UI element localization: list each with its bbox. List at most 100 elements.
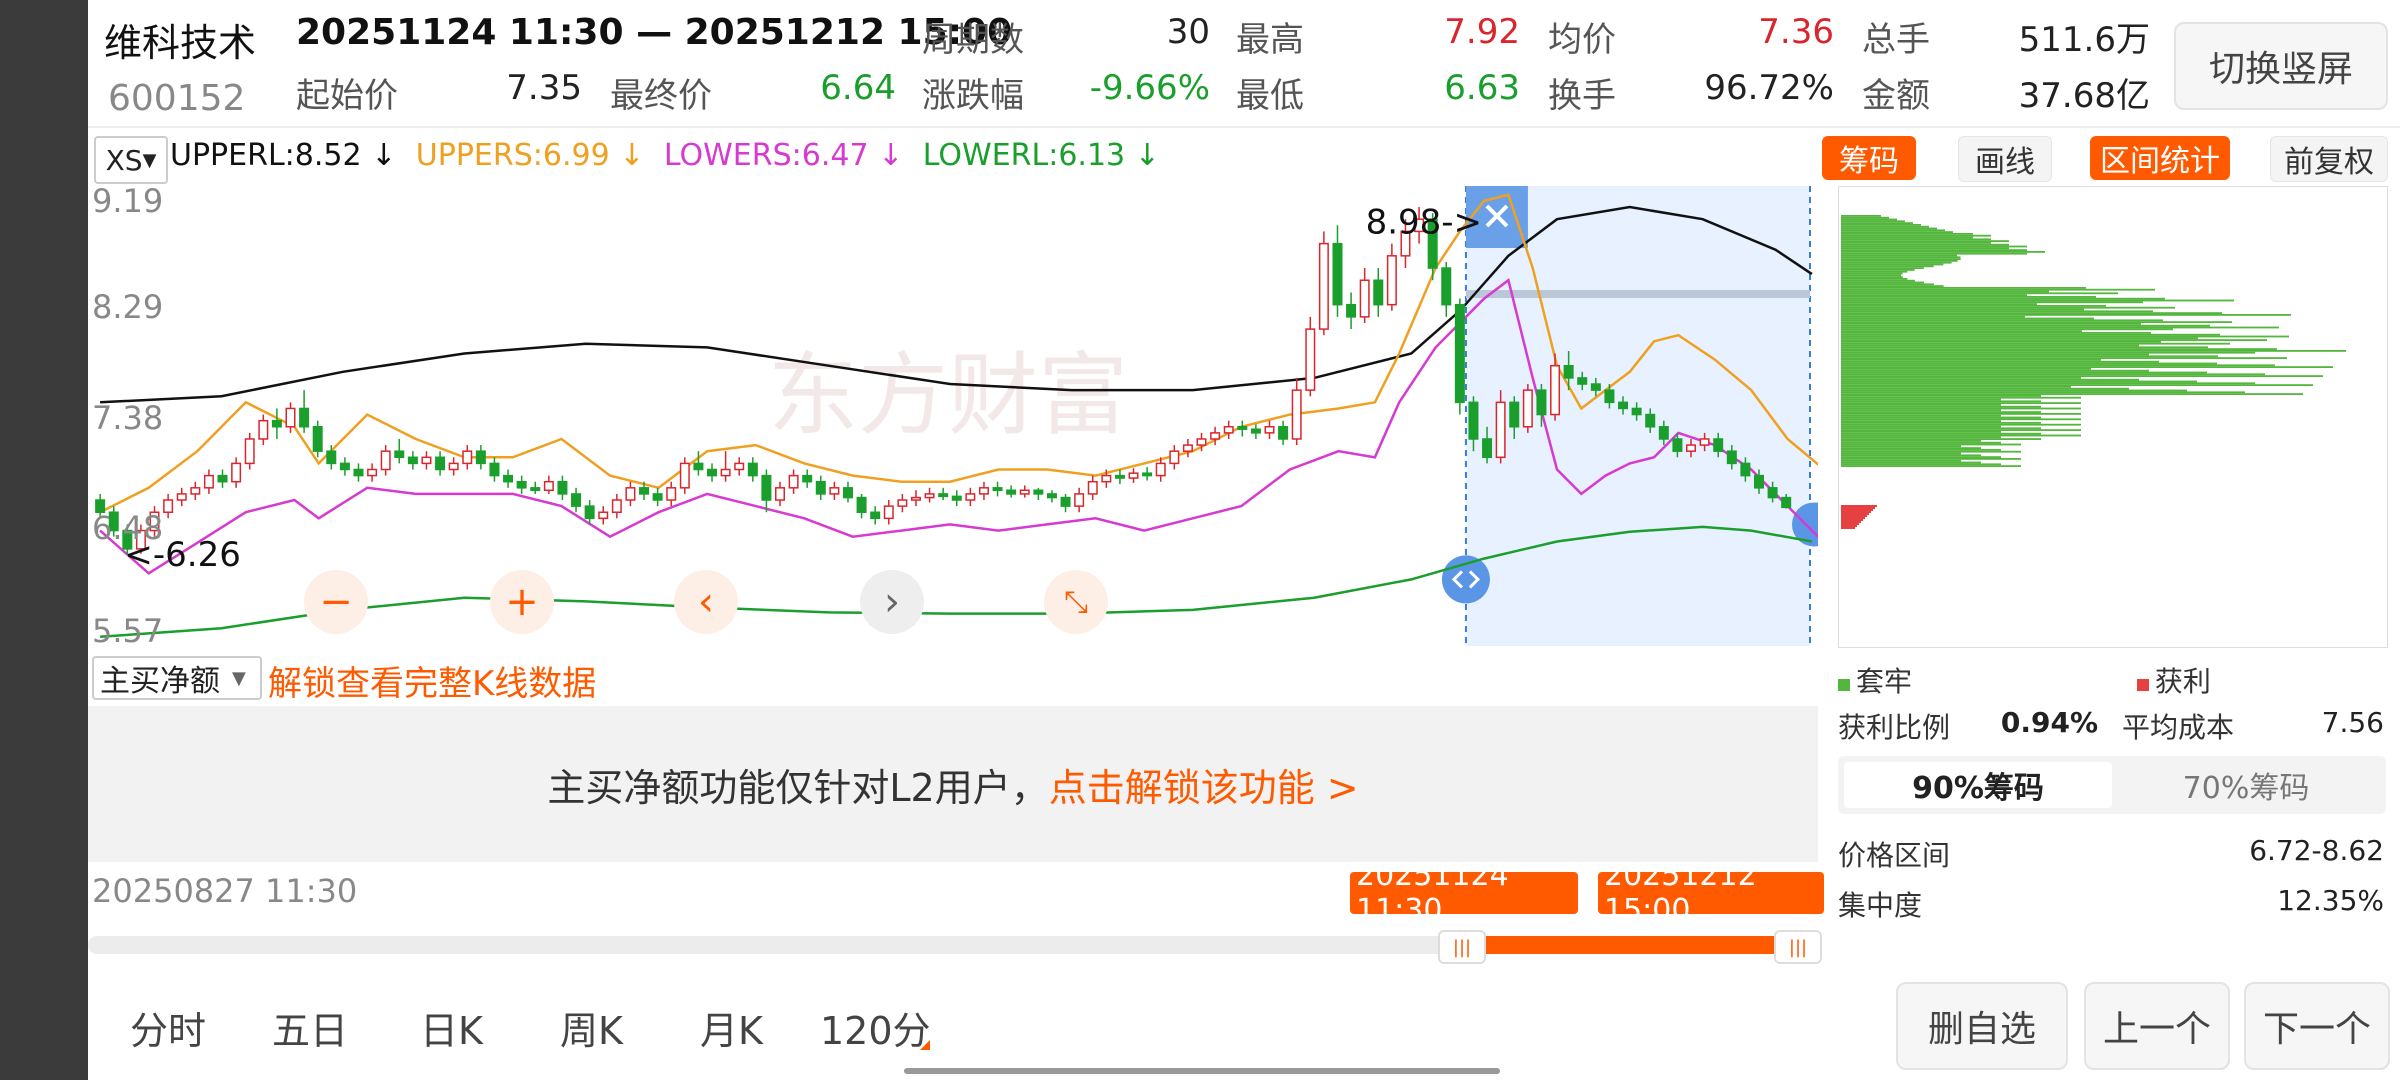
chip-profit-bar xyxy=(1841,505,1877,507)
end-price: 6.64 xyxy=(820,68,896,108)
chip-bar xyxy=(1841,323,2141,325)
chip-bar xyxy=(1841,454,1981,457)
candle-body xyxy=(1019,489,1030,495)
candle-body xyxy=(1495,401,1506,459)
uppers-value: UPPERS:6.99 ↓ xyxy=(415,138,645,173)
next-stock-button[interactable]: 下一个 xyxy=(2244,982,2390,1070)
candle-body xyxy=(475,450,486,465)
candle-body xyxy=(870,511,881,520)
chip-bar xyxy=(1841,267,1924,269)
switch-portrait-button[interactable]: 切换竖屏 xyxy=(2174,22,2388,110)
candle-body xyxy=(407,456,418,465)
forward-adjust-button[interactable]: 前复权 xyxy=(2270,136,2388,182)
chip-bar xyxy=(1841,465,2021,467)
chip-bar xyxy=(1841,249,2027,251)
start-price-label: 起始价 xyxy=(296,76,398,116)
zoom-in-button[interactable]: + xyxy=(490,570,554,634)
candle-body xyxy=(1672,438,1683,452)
range-stats-button[interactable]: 区间统计 xyxy=(2090,136,2230,180)
chip-bar xyxy=(1841,431,2001,433)
tab-90-chip[interactable]: 90%筹码 xyxy=(1844,762,2112,808)
chip-bar xyxy=(1841,427,2041,430)
range-avg-band xyxy=(1465,290,1810,299)
chip-bar xyxy=(1841,409,2001,412)
unlock-feature-link[interactable]: 点击解锁该功能 > xyxy=(1049,757,1359,812)
chip-bar xyxy=(1841,373,2265,376)
chip-bar xyxy=(1841,459,1961,462)
candle-body xyxy=(1210,432,1221,440)
chip-bar xyxy=(1841,342,2230,345)
timeline-handle-left[interactable]: ||| xyxy=(1438,930,1486,964)
chip-bar xyxy=(1841,225,1929,228)
tab-daily-k[interactable]: 日K xyxy=(420,1000,483,1055)
chip-bar xyxy=(1841,452,1961,455)
chip-bar xyxy=(1841,364,2275,367)
tab-intraday[interactable]: 分时 xyxy=(130,1000,206,1055)
price-range-value: 6.72-8.62 xyxy=(2249,834,2384,867)
chip-bar xyxy=(1841,297,2165,300)
candle-body xyxy=(1740,462,1751,477)
chip-bar xyxy=(1841,405,2041,408)
chip-bar xyxy=(1841,220,1905,223)
chip-bar xyxy=(1841,285,1944,287)
selection-end-date: 20251212 15:00 xyxy=(1598,858,1824,928)
period-count-label: 周期数 xyxy=(922,20,1024,60)
candle-body xyxy=(802,474,813,483)
chip-bar xyxy=(1841,420,2001,422)
candle-body xyxy=(1278,426,1289,440)
y-tick-label: 7.38 xyxy=(92,399,163,437)
remove-watchlist-button[interactable]: 删自选 xyxy=(1896,982,2068,1070)
candle-body xyxy=(244,438,255,465)
header-divider xyxy=(88,126,2400,128)
candle-body xyxy=(1726,450,1737,465)
range-separator: — xyxy=(636,12,673,53)
chip-profit-bar xyxy=(1841,521,1861,523)
indicator-values: UPPERL:8.52 ↓ UPPERS:6.99 ↓ LOWERS:6.47 … xyxy=(170,138,1160,173)
left-system-bar xyxy=(0,0,88,1080)
previous-stock-button[interactable]: 上一个 xyxy=(2084,982,2230,1070)
price-annotation: <-6.26 xyxy=(124,535,240,575)
indicator-selector[interactable]: XS ▼ xyxy=(94,136,168,184)
chip-tool-button[interactable]: 筹码 xyxy=(1822,136,1916,180)
candle-body xyxy=(1182,444,1193,452)
tab-monthly-k[interactable]: 月K xyxy=(700,1000,763,1055)
subchart-selector-label: 主买净额 xyxy=(100,664,220,699)
tab-70-chip[interactable]: 70%筹码 xyxy=(2112,762,2380,808)
chip-bar xyxy=(1841,215,1881,217)
candle-body xyxy=(271,419,282,428)
move-right-button[interactable]: › xyxy=(860,570,924,634)
zoom-out-button[interactable]: − xyxy=(304,570,368,634)
candle-body xyxy=(584,505,595,520)
candle-body xyxy=(992,487,1003,492)
move-left-button[interactable]: ‹ xyxy=(674,570,738,634)
chip-bar xyxy=(1841,463,2001,466)
candle-body xyxy=(829,487,840,495)
tab-120-minute[interactable]: 120分 xyxy=(820,1000,931,1055)
indicator-selector-label: XS xyxy=(105,143,143,177)
candle-body xyxy=(1753,474,1764,489)
reset-zoom-button[interactable]: ⤡ xyxy=(1044,570,1108,634)
chip-bar xyxy=(1841,290,2049,293)
l2-lock-panel: 主买净额功能仅针对L2用户， 点击解锁该功能 > xyxy=(88,706,1818,862)
tab-five-day[interactable]: 五日 xyxy=(272,1000,348,1055)
minus-icon: − xyxy=(319,579,353,625)
chip-bar xyxy=(1841,461,1981,464)
candle-body xyxy=(720,468,731,477)
chip-bar xyxy=(1841,387,2129,390)
candle-body xyxy=(530,487,541,492)
unlock-kline-link[interactable]: 解锁查看完整K线数据 xyxy=(268,656,596,705)
tab-weekly-k[interactable]: 周K xyxy=(560,1000,623,1055)
price-range-label: 价格区间 xyxy=(1838,839,1951,872)
timeline-handle-right[interactable]: ||| xyxy=(1774,930,1822,964)
candle-body xyxy=(285,407,296,428)
chip-bar xyxy=(1841,332,2151,334)
chip-profit-bar xyxy=(1841,527,1855,529)
chip-bar xyxy=(1841,423,2081,426)
turnover-label: 换手 xyxy=(1548,76,1616,116)
chip-bar xyxy=(1841,353,2149,356)
draw-line-button[interactable]: 画线 xyxy=(1958,136,2052,182)
lowers-value: LOWERS:6.47 ↓ xyxy=(663,138,904,173)
chip-profit-bar xyxy=(1841,513,1869,515)
subchart-selector[interactable]: 主买净额 ▼ xyxy=(92,656,262,700)
chip-bar xyxy=(1841,310,2153,313)
